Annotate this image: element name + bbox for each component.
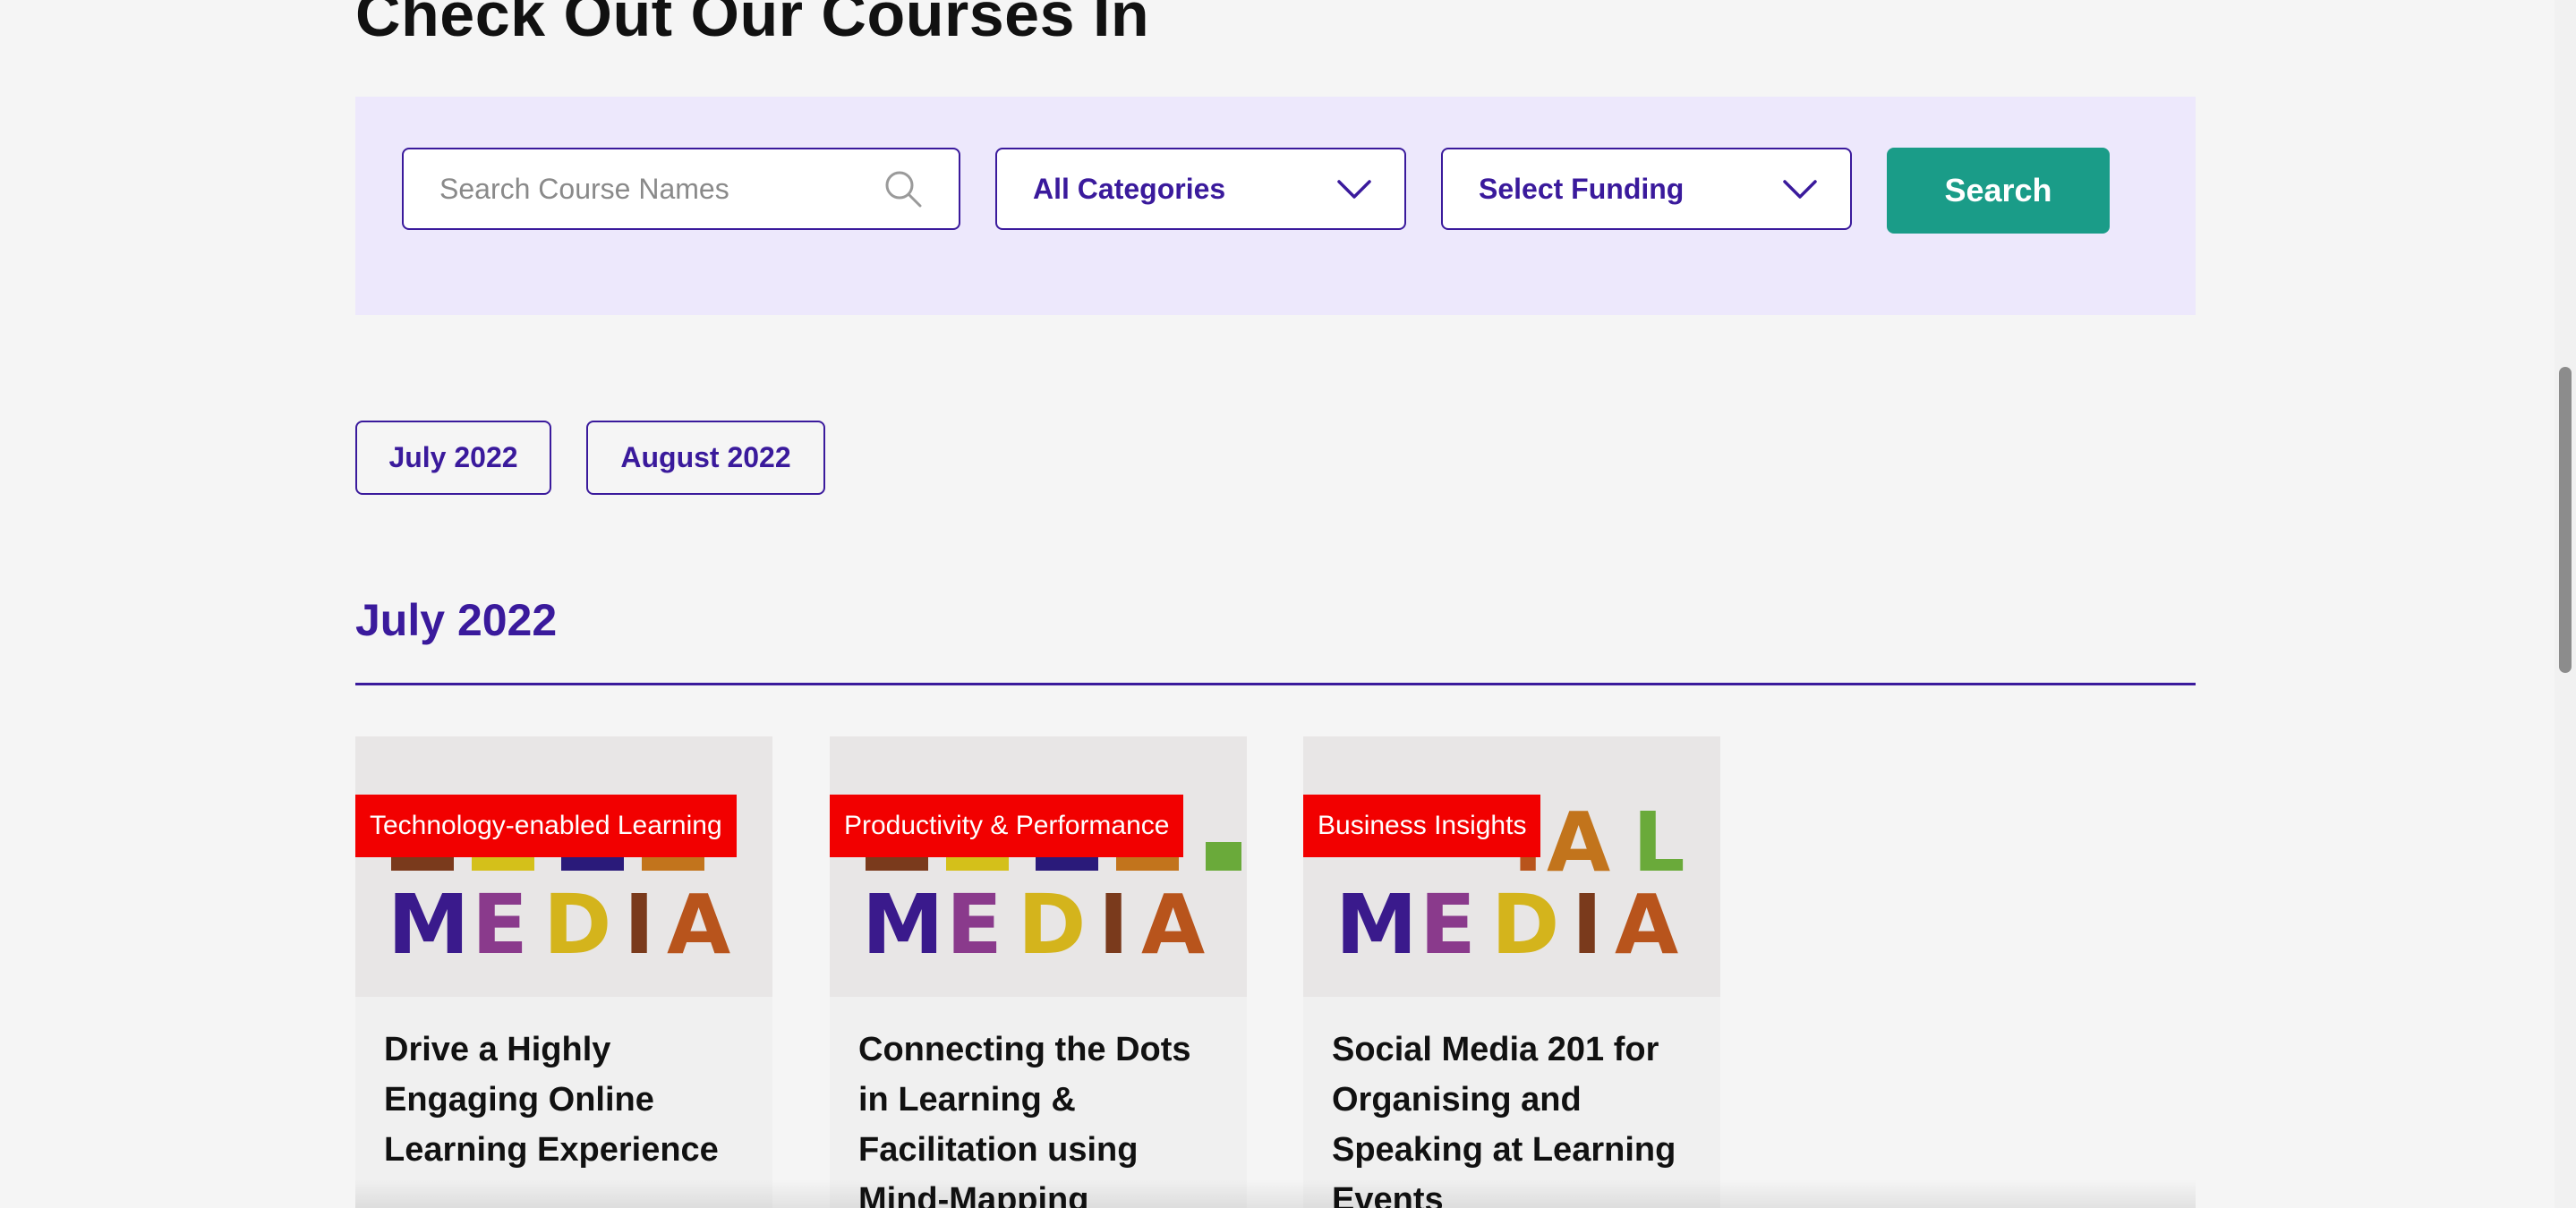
svg-text:D: D — [543, 877, 611, 973]
svg-text:M: M — [1335, 877, 1418, 973]
svg-text:L: L — [1633, 795, 1685, 890]
scrollbar[interactable] — [2555, 0, 2576, 1208]
course-title[interactable]: Social Media 201 for Organising and Spea… — [1332, 1025, 1699, 1208]
course-card[interactable]: M E D I A Productivity & Performance Con… — [830, 736, 1247, 1208]
course-thumbnail: M E D I A Productivity & Performance — [830, 736, 1247, 997]
svg-text:M: M — [862, 877, 944, 973]
month-filter-august-2022[interactable]: August 2022 — [586, 421, 825, 495]
category-select[interactable]: All Categories — [995, 148, 1406, 230]
svg-text:E: E — [472, 877, 528, 973]
social-media-letters-image: M E D I A — [830, 736, 1247, 997]
svg-text:E: E — [1420, 877, 1476, 973]
search-button[interactable]: Search — [1887, 148, 2110, 234]
section-title: July 2022 — [355, 595, 558, 645]
month-filter-july-2022[interactable]: July 2022 — [355, 421, 551, 495]
course-thumbnail: I A L M E D I A Business Insights — [1303, 736, 1720, 997]
page: Check Out Our Courses In All Categories … — [0, 0, 2576, 1208]
chevron-down-icon — [1337, 180, 1371, 199]
svg-text:A: A — [1547, 795, 1610, 890]
svg-text:D: D — [1491, 877, 1559, 973]
funding-select-value: Select Funding — [1479, 172, 1685, 205]
social-media-letters-image: I A L M E D I A — [1303, 736, 1720, 997]
svg-text:I: I — [1098, 877, 1129, 973]
search-icon[interactable] — [883, 169, 923, 208]
chevron-down-icon — [1783, 180, 1817, 199]
svg-text:A: A — [1141, 877, 1205, 973]
scrollbar-thumb[interactable] — [2559, 367, 2572, 673]
course-title[interactable]: Connecting the Dots in Learning & Facili… — [858, 1025, 1225, 1208]
category-tag: Productivity & Performance — [830, 795, 1184, 857]
section-divider — [355, 683, 2196, 685]
svg-text:A: A — [1615, 877, 1678, 973]
category-select-value: All Categories — [1033, 172, 1226, 205]
category-tag: Business Insights — [1303, 795, 1541, 857]
search-input[interactable] — [439, 172, 883, 206]
svg-text:M: M — [388, 877, 470, 973]
svg-text:I: I — [624, 877, 654, 973]
social-media-letters-image: M E D I A — [355, 736, 772, 997]
search-field[interactable] — [402, 148, 960, 230]
funding-select[interactable]: Select Funding — [1441, 148, 1852, 230]
course-card[interactable]: M E D I A Technology-enabled Learning Dr… — [355, 736, 772, 1208]
course-card[interactable]: I A L M E D I A Business Insights Social… — [1303, 736, 1720, 1208]
svg-text:D: D — [1018, 877, 1086, 973]
svg-text:E: E — [946, 877, 1002, 973]
svg-text:I: I — [1572, 877, 1602, 973]
category-tag: Technology-enabled Learning — [355, 795, 737, 857]
page-heading: Check Out Our Courses In — [355, 0, 1150, 49]
course-title[interactable]: Drive a Highly Engaging Online Learning … — [384, 1025, 751, 1175]
course-thumbnail: M E D I A Technology-enabled Learning — [355, 736, 772, 997]
svg-text:A: A — [667, 877, 730, 973]
